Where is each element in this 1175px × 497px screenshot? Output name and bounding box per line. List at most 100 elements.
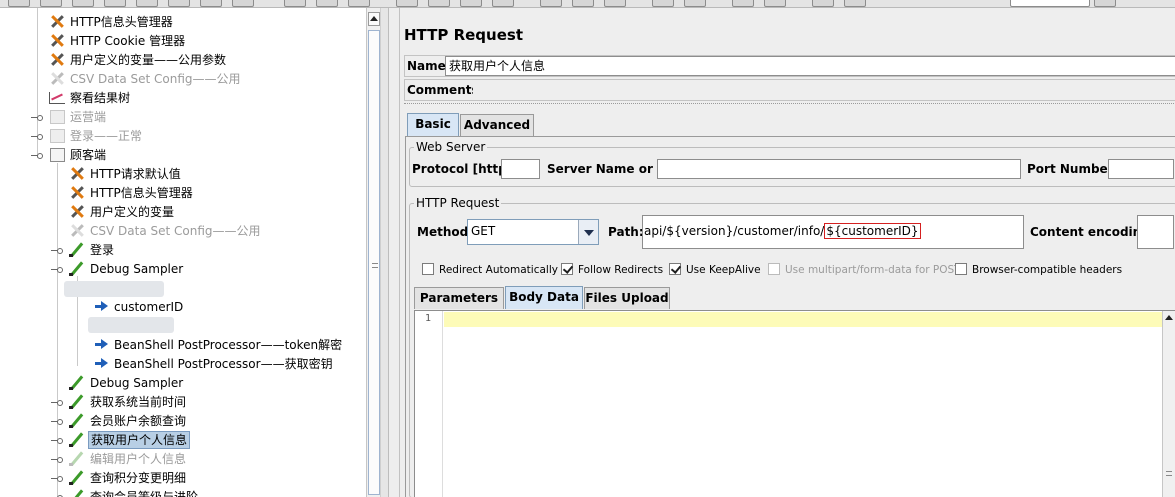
browser-compatible-headers-checkbox[interactable]: Browser-compatible headers: [955, 263, 1122, 277]
tree-item-label: 用户定义的变量——公用参数: [70, 53, 227, 67]
tree-item[interactable]: 登录——正常: [48, 127, 144, 146]
toolbar-button[interactable]: [732, 0, 754, 7]
use-keepalive-checkbox[interactable]: Use KeepAlive: [669, 263, 761, 277]
toolbar-button[interactable]: [168, 0, 190, 7]
protocol-input[interactable]: [501, 159, 540, 179]
tree-item[interactable]: HTTP信息头管理器: [48, 13, 175, 32]
toolbar-button[interactable]: [40, 0, 62, 7]
toolbar-button[interactable]: [492, 0, 514, 7]
expand-toggle-icon[interactable]: [51, 436, 63, 446]
tree-item[interactable]: 用户定义的变量: [68, 203, 176, 222]
tab-basic[interactable]: Basic: [407, 113, 459, 136]
expand-toggle-icon[interactable]: [51, 493, 63, 497]
tree-item[interactable]: Debug Sampler: [68, 374, 185, 393]
content-encoding-input[interactable]: [1137, 215, 1174, 249]
expand-toggle-icon[interactable]: [51, 398, 63, 408]
toolbar-button[interactable]: [396, 0, 418, 7]
editor-scrollbar[interactable]: [1162, 311, 1175, 497]
sampler-icon: [68, 241, 86, 257]
tree-item[interactable]: CSV Data Set Config——公用: [48, 70, 243, 89]
toolbar-button[interactable]: [1094, 0, 1116, 7]
sampler-icon: [68, 374, 86, 390]
toolbar-button[interactable]: [72, 0, 94, 7]
path-input[interactable]: api/${version}/customer/info/${customerI…: [642, 215, 1024, 249]
toolbar-button[interactable]: [812, 0, 834, 7]
tree-item-label: BeanShell PostProcessor——token解密: [114, 338, 343, 352]
tree-item-label: 查询积分变更明细: [90, 471, 187, 485]
tree-item[interactable]: CSV Data Set Config——公用: [68, 222, 263, 241]
toolbar-button[interactable]: [604, 0, 626, 7]
toolbar-button[interactable]: [460, 0, 482, 7]
tab-advanced[interactable]: Advanced: [460, 114, 534, 136]
collapse-toggle-icon[interactable]: [31, 151, 43, 161]
chevron-down-icon[interactable]: [578, 220, 598, 244]
tree-item[interactable]: 运营端: [48, 108, 108, 127]
tree-item[interactable]: 查询积分变更明细: [68, 469, 188, 488]
tree-item[interactable]: 登录: [68, 241, 116, 260]
expand-toggle-icon[interactable]: [51, 417, 63, 427]
toolbar-button[interactable]: [428, 0, 450, 7]
toolbar-button[interactable]: [284, 0, 306, 7]
name-row: Name: 获取用户个人信息: [404, 55, 1175, 77]
tree-item[interactable]: Debug Sampler: [68, 260, 185, 279]
tree-item[interactable]: 会员账户余额查询: [68, 412, 188, 431]
toolbar-button[interactable]: [764, 0, 786, 7]
tree-item[interactable]: HTTP信息头管理器: [68, 184, 195, 203]
wrench-icon: [68, 184, 86, 200]
toolbar-button[interactable]: [348, 0, 370, 7]
toolbar-button[interactable]: [200, 0, 222, 7]
toolbar-button[interactable]: [652, 0, 674, 7]
tree-item[interactable]: BeanShell PostProcessor——token解密: [92, 336, 344, 355]
scroll-up-icon[interactable]: [368, 12, 380, 26]
multipart-checkbox[interactable]: Use multipart/form-data for POST: [768, 263, 961, 277]
comments-input[interactable]: [473, 80, 1175, 100]
wrench-icon: [68, 222, 86, 238]
tab-parameters[interactable]: Parameters: [414, 287, 504, 309]
tree-item[interactable]: 查询会员等级与进阶: [68, 488, 200, 497]
tree-item[interactable]: HTTP请求默认值: [68, 165, 183, 184]
expand-toggle-icon[interactable]: [31, 113, 43, 123]
toolbar-button[interactable]: [844, 0, 866, 7]
expand-toggle-icon[interactable]: [51, 474, 63, 484]
toolbar-button[interactable]: [136, 0, 158, 7]
toolbar-button[interactable]: [232, 0, 254, 7]
port-input[interactable]: [1108, 159, 1174, 179]
expand-toggle-icon[interactable]: [31, 132, 43, 142]
follow-redirects-checkbox[interactable]: Follow Redirects: [561, 263, 663, 277]
tree-item[interactable]: 顾客端: [48, 146, 108, 165]
thread-group-icon: [48, 108, 66, 124]
method-select[interactable]: GET: [467, 219, 599, 245]
post-processor-icon: [92, 298, 110, 314]
tab-body-data[interactable]: Body Data: [505, 286, 583, 309]
checkbox-label: Use multipart/form-data for POST: [785, 264, 961, 276]
toolbar-button[interactable]: [104, 0, 126, 7]
sampler-icon: [68, 260, 86, 276]
collapse-toggle-icon[interactable]: [51, 265, 63, 275]
tree-item[interactable]: 获取系统当前时间: [68, 393, 188, 412]
tree-item[interactable]: 察看结果树: [48, 89, 132, 108]
tree-item[interactable]: 编辑用户个人信息: [68, 450, 188, 469]
body-data-editor[interactable]: 1: [414, 310, 1175, 497]
tree-item[interactable]: HTTP Cookie 管理器: [48, 32, 187, 51]
toolbar-button[interactable]: [540, 0, 562, 7]
tree-item[interactable]: 用户定义的变量——公用参数: [48, 51, 228, 70]
redirect-automatically-checkbox[interactable]: Redirect Automatically: [422, 263, 558, 277]
server-input[interactable]: [657, 159, 1021, 179]
split-pane-divider[interactable]: [380, 8, 389, 497]
tree-item-selected[interactable]: 获取用户个人信息: [68, 431, 191, 450]
toolbar-button[interactable]: [316, 0, 338, 7]
name-input[interactable]: 获取用户个人信息: [445, 56, 1175, 76]
tab-files-upload[interactable]: Files Upload: [584, 287, 670, 309]
tree-item[interactable]: BeanShell PostProcessor——获取密钥: [92, 355, 335, 374]
expand-toggle-icon[interactable]: [51, 246, 63, 256]
toolbar-button[interactable]: [572, 0, 594, 7]
test-plan-tree[interactable]: HTTP信息头管理器 HTTP Cookie 管理器 用户定义的变量——公用参数…: [0, 8, 366, 497]
scroll-thumb[interactable]: [368, 30, 380, 495]
toolbar-button[interactable]: [8, 0, 30, 7]
resize-separator[interactable]: [404, 103, 1175, 108]
port-label: Port Number:: [1027, 162, 1119, 176]
toolbar-button[interactable]: [684, 0, 706, 7]
tree-scrollbar[interactable]: [366, 8, 380, 497]
expand-toggle-icon[interactable]: [51, 455, 63, 465]
tree-item[interactable]: customerID: [92, 298, 185, 317]
